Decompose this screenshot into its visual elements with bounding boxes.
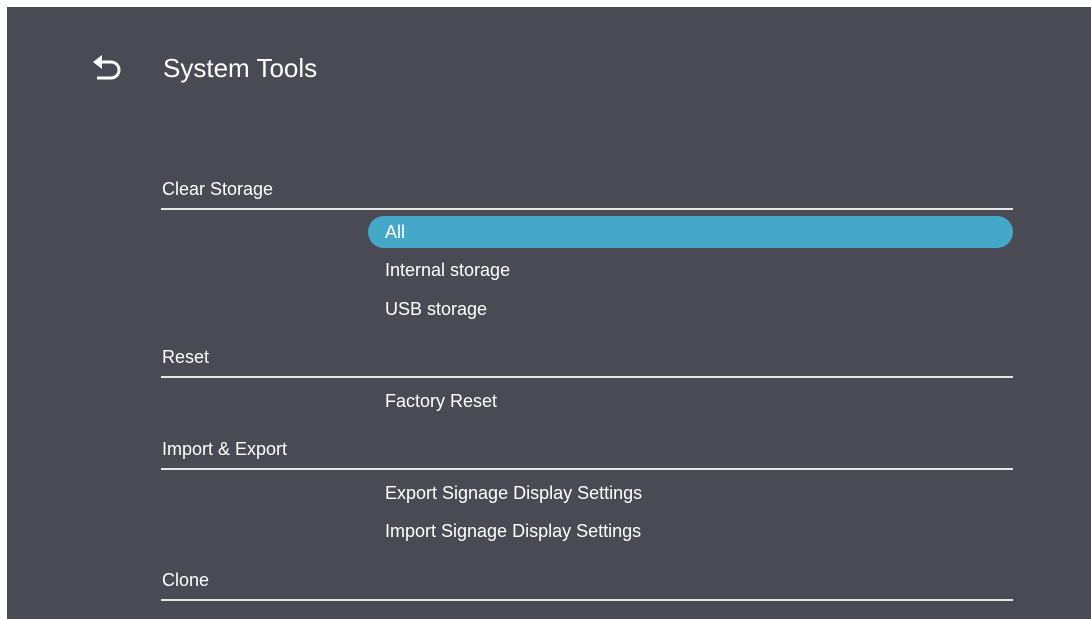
system-tools-screen: System Tools Clear Storage All Internal … — [7, 7, 1091, 619]
section-label: Clone — [162, 570, 210, 590]
page-title: System Tools — [163, 53, 318, 83]
option-label: Export Signage Display Settings — [385, 483, 643, 503]
option-label: USB storage — [385, 299, 488, 319]
section-import-export: Import & Export — [161, 434, 1013, 470]
back-button[interactable] — [91, 53, 125, 83]
option-label: Import Signage Display Settings — [385, 521, 642, 541]
option-import-signage-settings[interactable]: Import Signage Display Settings — [368, 515, 1013, 547]
section-label: Reset — [162, 347, 210, 367]
option-label: All — [385, 222, 406, 242]
option-all[interactable]: All — [368, 216, 1013, 248]
section-label: Clear Storage — [162, 179, 274, 199]
option-usb-storage[interactable]: USB storage — [368, 293, 1013, 325]
section-reset: Reset — [161, 342, 1013, 378]
back-arrow-icon — [93, 55, 121, 80]
option-label: Internal storage — [385, 260, 511, 280]
option-factory-reset[interactable]: Factory Reset — [368, 385, 1013, 417]
header: System Tools — [7, 7, 1091, 127]
option-internal-storage[interactable]: Internal storage — [368, 254, 1013, 286]
section-label: Import & Export — [162, 439, 288, 459]
section-clear-storage: Clear Storage — [161, 174, 1013, 210]
section-clone: Clone — [161, 565, 1013, 601]
option-export-signage-settings[interactable]: Export Signage Display Settings — [368, 477, 1013, 509]
option-label: Factory Reset — [385, 391, 498, 411]
